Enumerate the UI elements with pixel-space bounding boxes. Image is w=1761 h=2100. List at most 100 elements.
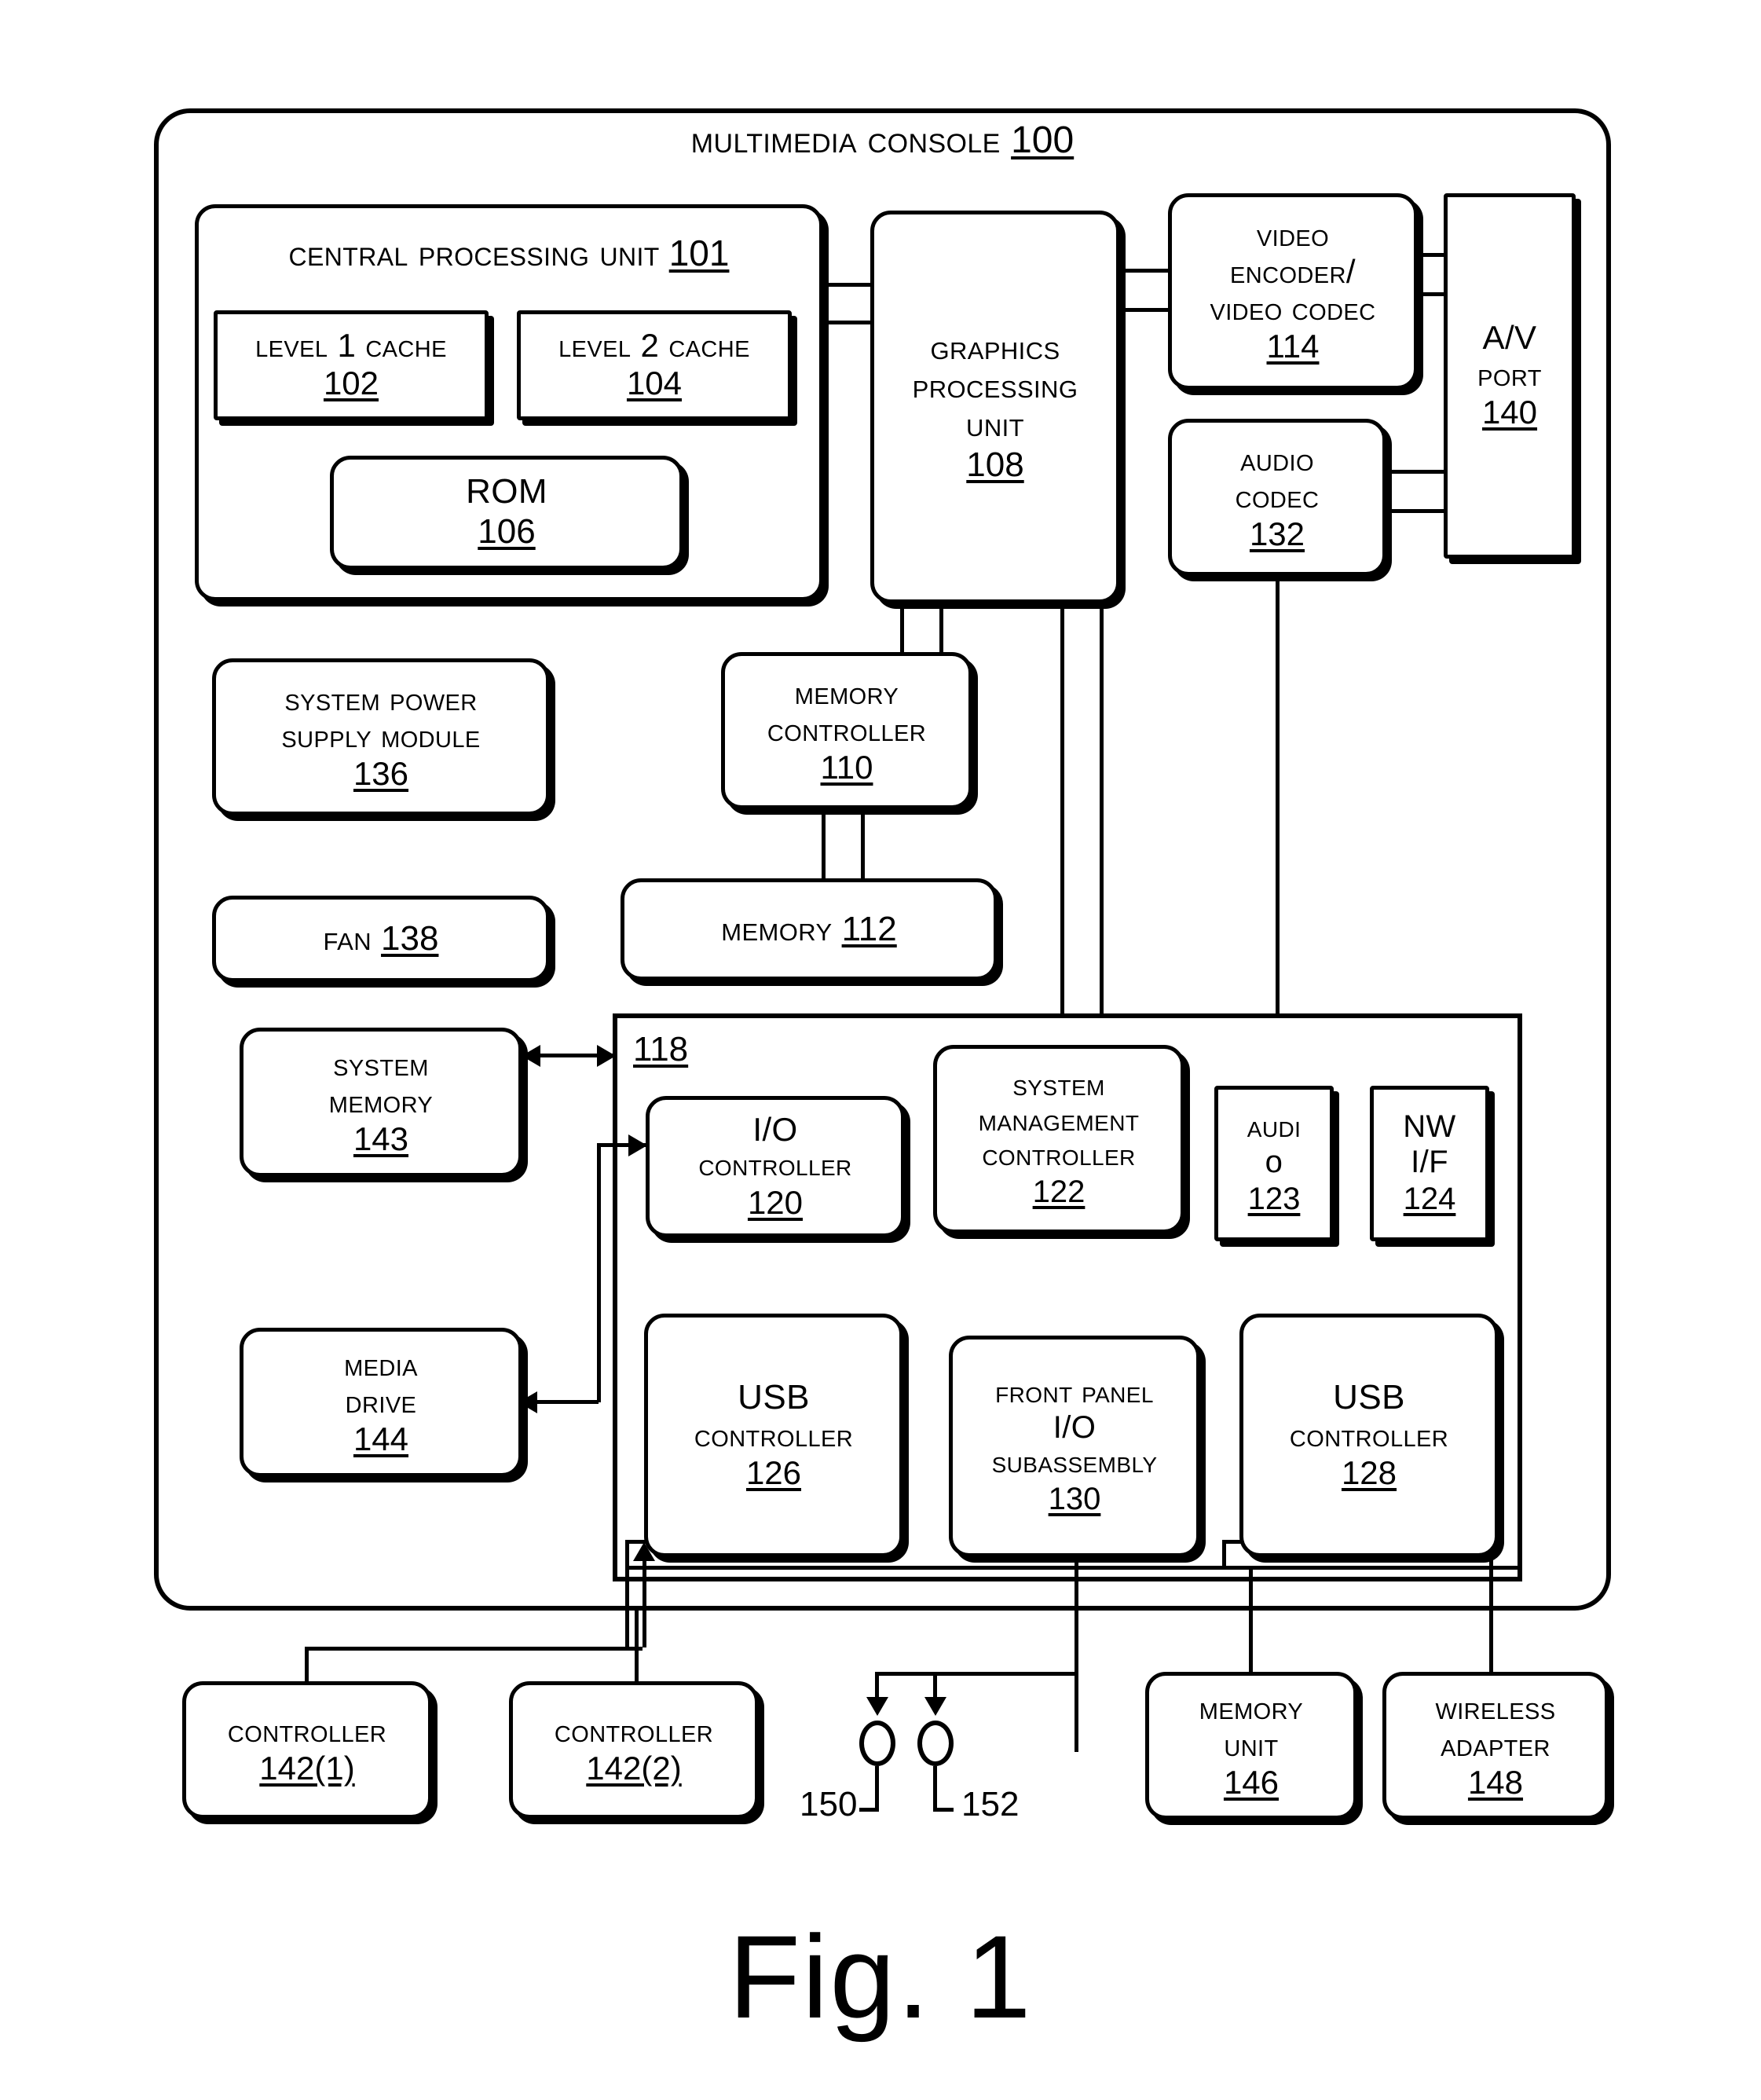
usb-1-label-line2: Controller [694, 1416, 854, 1453]
io-subsystem-number: 118 [633, 1030, 689, 1068]
front-panel-label-line2: I/O [1053, 1409, 1097, 1445]
wireless-adapter-label-line2: Adapter [1441, 1725, 1550, 1763]
bus-internal-bottom [625, 1566, 1521, 1570]
wire-controller2-up [635, 1607, 639, 1684]
patent-figure-canvas: Multimedia Console 100 Central Processin… [0, 0, 1761, 2100]
usb-1-label-line1: USB [738, 1377, 810, 1416]
media-drive-number: 144 [353, 1420, 409, 1457]
gpu-number: 108 [966, 445, 1024, 484]
controller-1-label: Controller [227, 1711, 387, 1749]
block-system-power-supply-module: System Power Supply Module 136 [212, 658, 550, 815]
wire-controller1-up [305, 1647, 309, 1684]
wire-gpu-io-bus-a2 [1100, 600, 1104, 1015]
cpu-number: 101 [668, 233, 730, 273]
block-level-1-cache: Level 1 Cache 102 [214, 310, 489, 420]
block-front-panel-io-subassembly: Front Panel I/O Subassembly 130 [949, 1336, 1200, 1557]
console-title-text: Multimedia Console [690, 119, 1001, 161]
wire-controller1-riser [643, 1559, 646, 1647]
block-network-interface: NW I/F 124 [1370, 1086, 1489, 1241]
system-memory-label-line2: Memory [328, 1082, 434, 1120]
nw-if-label-line1: NW [1403, 1109, 1456, 1145]
usb-1-number: 126 [745, 1453, 802, 1491]
connector-150-leader [875, 1766, 879, 1812]
wire-controller1-horizontal [305, 1647, 643, 1651]
cpu-label: Central Processing Unit [288, 233, 660, 273]
io-controller-label-line2: Controller [698, 1147, 852, 1182]
usb-2-number: 128 [1341, 1453, 1397, 1491]
power-supply-label-line1: System Power [284, 680, 478, 717]
front-panel-label-line1: Front Panel [995, 1374, 1154, 1409]
block-memory: Memory 112 [621, 878, 998, 980]
wire-iobranch-vertical [597, 1143, 601, 1402]
wire-gpu-memctrl-a1 [900, 600, 904, 657]
video-encoder-label-line3: Video Codec [1210, 290, 1376, 328]
sys-mgmt-number: 122 [1032, 1175, 1086, 1210]
block-audio-codec: Audio Codec 132 [1168, 419, 1386, 576]
sys-mgmt-label-line2: Management [978, 1102, 1140, 1138]
l2-cache-number: 104 [626, 365, 683, 402]
wire-gpu-io-bus-a1 [1060, 600, 1064, 1015]
block-usb-controller-126: USB Controller 126 [644, 1314, 903, 1557]
audio-codec-label-line1: Audio [1240, 440, 1314, 478]
console-title: Multimedia Console 100 [154, 118, 1611, 163]
block-system-memory: System Memory 143 [240, 1028, 522, 1177]
media-drive-label-line1: Media [344, 1345, 418, 1383]
arrow-into-io-controller [628, 1134, 647, 1156]
wire-gpu-memctrl-a2 [939, 600, 943, 657]
wireless-adapter-number: 148 [1467, 1763, 1524, 1801]
wire-memctrl-memory-a1 [822, 809, 826, 881]
video-encoder-label-line1: Video [1256, 216, 1330, 254]
power-supply-number: 136 [353, 754, 409, 792]
arrow-sysmem-in [522, 1045, 540, 1067]
connector-152-leader [933, 1766, 937, 1812]
block-system-management-controller: System Management Controller 122 [933, 1045, 1184, 1233]
video-encoder-label-line2: Encoder/ [1230, 253, 1356, 291]
connector-150-leader-foot [859, 1808, 878, 1812]
fan-label: Fan [323, 918, 372, 958]
io-subsystem-number-label: 118 [633, 1029, 688, 1071]
block-wireless-adapter: Wireless Adapter 148 [1382, 1672, 1609, 1820]
arrow-into-connector-152 [924, 1697, 946, 1716]
wireless-adapter-label-line1: Wireless [1435, 1688, 1556, 1726]
arrow-io-from-sysmem [597, 1045, 616, 1067]
rom-number: 106 [478, 511, 536, 551]
rom-label: ROM [466, 472, 547, 511]
block-video-encoder-codec: Video Encoder/ Video Codec 114 [1168, 193, 1418, 390]
memory-unit-label-line1: Memory [1199, 1688, 1304, 1726]
wire-memctrl-memory-a2 [861, 809, 865, 881]
audio-label-line1: Audi [1247, 1109, 1302, 1145]
block-io-controller: I/O Controller 120 [646, 1096, 905, 1237]
wire-cpu-gpu-a2 [822, 321, 872, 324]
wire-audio-av-a2 [1385, 509, 1448, 513]
wire-video-av-a2 [1416, 292, 1448, 296]
memory-controller-label-line1: Memory [794, 673, 899, 711]
audio-codec-label-line2: Codec [1235, 477, 1320, 515]
wire-audio-av-a1 [1385, 470, 1448, 474]
controller-2-number: 142(2) [586, 1749, 682, 1787]
power-supply-label-line2: Supply Module [281, 716, 481, 754]
gpu-label-line2: Processing [912, 366, 1078, 405]
io-controller-number: 120 [747, 1183, 804, 1221]
wire-gpu-video-a1 [1118, 269, 1170, 273]
front-panel-number: 130 [1048, 1482, 1101, 1517]
block-controller-142-2: Controller 142(2) [509, 1681, 759, 1819]
front-panel-label-line3: Subassembly [991, 1445, 1158, 1480]
arrow-into-connector-150 [866, 1697, 888, 1716]
media-drive-label-line2: Drive [345, 1382, 417, 1420]
usb-2-label-line1: USB [1333, 1377, 1405, 1416]
block-rom: ROM 106 [330, 456, 683, 570]
block-graphics-processing-unit: Graphics Processing Unit 108 [870, 211, 1120, 603]
wire-usb126-drop [625, 1540, 629, 1650]
block-audio: Audi o 123 [1214, 1086, 1334, 1241]
memory-unit-number: 146 [1223, 1763, 1280, 1801]
wire-frontpanel-horizontal [875, 1672, 1076, 1676]
av-port-label-line2: Port [1477, 356, 1542, 394]
connector-152-leader-foot [933, 1808, 954, 1812]
io-controller-label-line1: I/O [752, 1110, 798, 1148]
nw-if-label-line2: I/F [1411, 1145, 1448, 1179]
block-media-drive: Media Drive 144 [240, 1328, 522, 1477]
connector-symbol-152 [917, 1721, 954, 1766]
wire-video-av-a1 [1416, 253, 1448, 257]
connector-152-label: 152 [961, 1785, 1020, 1823]
l1-cache-number: 102 [323, 365, 379, 402]
